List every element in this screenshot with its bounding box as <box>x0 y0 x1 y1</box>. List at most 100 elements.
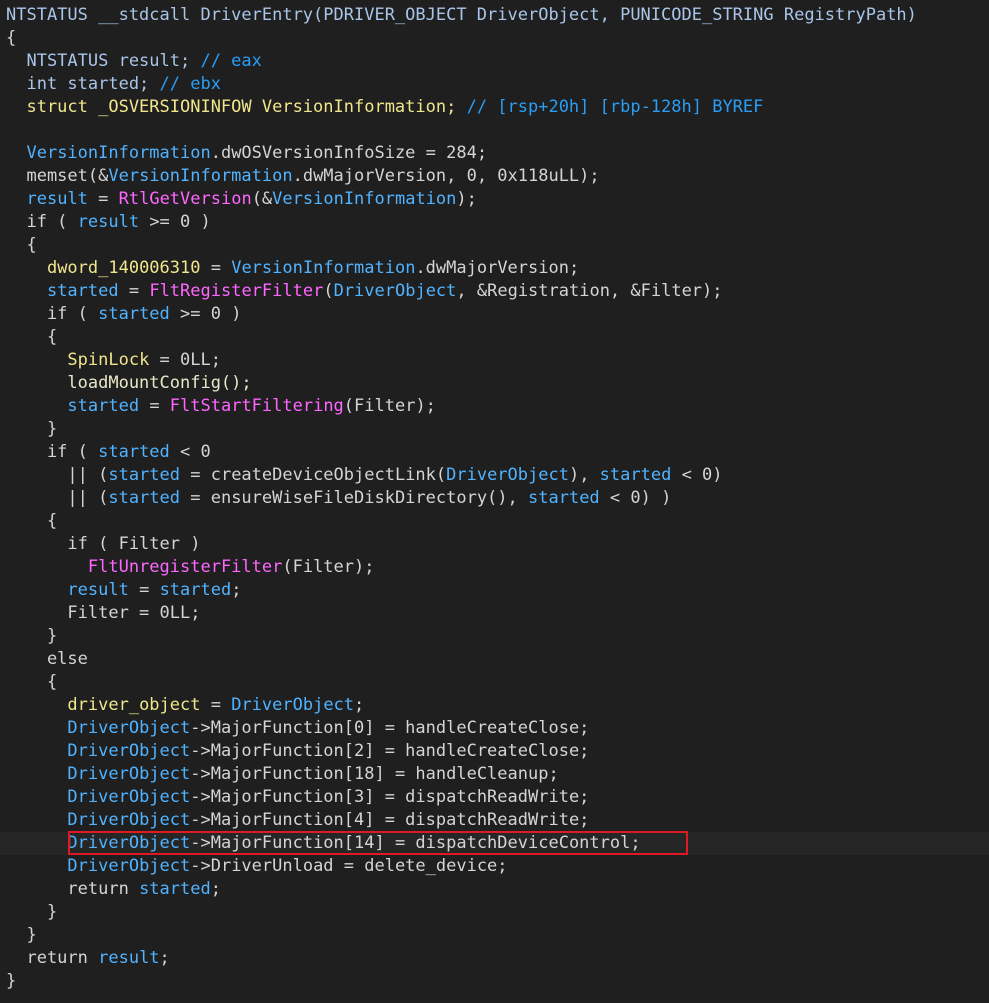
code-token-lvar: SpinLock <box>67 350 150 370</box>
code-line[interactable]: { <box>6 234 36 257</box>
code-line[interactable]: return result; <box>6 947 169 970</box>
code-line[interactable]: { <box>6 510 57 533</box>
code-token-default: { <box>6 672 58 692</box>
code-line[interactable]: VersionInformation.dwOSVersionInfoSize =… <box>6 142 487 165</box>
code-token-default: } <box>6 971 17 991</box>
code-line[interactable]: if ( started < 0 <box>6 441 211 464</box>
code-token-default <box>6 856 67 876</box>
code-token-default <box>6 281 47 301</box>
code-line[interactable]: driver_object = DriverObject; <box>6 694 364 717</box>
code-token-default: } <box>6 902 58 922</box>
code-line[interactable]: } <box>6 901 57 924</box>
code-line[interactable]: DriverObject->MajorFunction[0] = handleC… <box>6 717 589 740</box>
code-line[interactable]: || (started = createDeviceObjectLink(Dri… <box>6 464 723 487</box>
code-token-variable: DriverObject <box>67 810 191 830</box>
code-token-import: RtlGetVersion <box>118 189 252 209</box>
code-token-default: return <box>6 879 140 899</box>
code-line[interactable]: } <box>6 418 57 441</box>
code-token-variable: result <box>67 580 129 600</box>
code-token-default: if ( <box>6 442 99 462</box>
code-token-comment: // ebx <box>159 74 221 94</box>
code-line[interactable]: { <box>6 326 57 349</box>
code-line[interactable]: DriverObject->MajorFunction[2] = handleC… <box>6 740 589 763</box>
code-token-default: >= 0 ) <box>139 212 211 232</box>
code-line[interactable]: } <box>6 970 16 993</box>
code-line[interactable]: result = started; <box>6 579 241 602</box>
code-token-default <box>6 695 67 715</box>
code-token-variable: DriverObject <box>67 741 191 761</box>
pseudocode-view[interactable]: NTSTATUS __stdcall DriverEntry(PDRIVER_O… <box>0 0 989 1003</box>
code-line[interactable]: DriverObject->MajorFunction[18] = handle… <box>6 763 558 786</box>
code-line[interactable]: Filter = 0LL; <box>6 602 200 625</box>
code-line[interactable]: loadMountConfig(); <box>6 372 251 395</box>
code-line[interactable]: int started; // ebx <box>6 73 221 96</box>
code-token-default <box>6 350 67 370</box>
code-token-variable: started <box>528 488 600 508</box>
code-token-default: (& <box>251 189 273 209</box>
code-token-variable: started <box>599 465 672 485</box>
code-token-default: .dwMajorVersion, 0, 0x118uLL); <box>292 166 600 186</box>
code-token-default: || ( <box>6 465 109 485</box>
code-token-variable: DriverObject <box>67 787 191 807</box>
code-line[interactable]: else <box>6 648 88 671</box>
code-line[interactable]: DriverObject->DriverUnload = delete_devi… <box>6 855 508 878</box>
code-token-default: = <box>87 189 119 209</box>
code-line[interactable]: memset(&VersionInformation.dwMajorVersio… <box>6 165 600 188</box>
code-line-highlighted[interactable]: DriverObject->MajorFunction[14] = dispat… <box>0 832 989 855</box>
code-token-import: FltUnregisterFilter <box>87 557 283 577</box>
code-line[interactable]: dword_140006310 = VersionInformation.dwM… <box>6 257 579 280</box>
code-token-type: NTSTATUS __stdcall DriverEntry(PDRIVER_O… <box>6 5 917 25</box>
code-token-default: ->MajorFunction[2] = handleCreateClose; <box>190 741 590 761</box>
code-line[interactable]: { <box>6 27 16 50</box>
code-token-default: else <box>6 649 88 669</box>
code-token-default: = ensureWiseFileDiskDirectory(), <box>180 488 529 508</box>
code-line[interactable]: FltUnregisterFilter(Filter); <box>6 556 375 579</box>
code-token-variable: DriverObject <box>67 764 191 784</box>
code-line[interactable]: return started; <box>6 878 221 901</box>
code-line[interactable]: DriverObject->MajorFunction[4] = dispatc… <box>6 809 589 832</box>
code-token-import: FltStartFiltering <box>169 396 344 416</box>
code-line[interactable]: NTSTATUS __stdcall DriverEntry(PDRIVER_O… <box>6 4 917 27</box>
code-token-default: Filter = 0LL; <box>6 603 201 623</box>
code-token-default: .dwOSVersionInfoSize = 284; <box>210 143 488 163</box>
code-token-default: { <box>6 327 58 347</box>
code-token-default: (Filter); <box>343 396 436 416</box>
code-line[interactable]: if ( Filter ) <box>6 533 200 556</box>
code-token-default: if ( <box>6 212 78 232</box>
code-token-default: = createDeviceObjectLink( <box>180 465 447 485</box>
code-token-variable: VersionInformation <box>108 166 293 186</box>
code-token-default: = <box>200 258 232 278</box>
code-token-default: } <box>6 626 58 646</box>
code-token-variable: result <box>26 189 88 209</box>
code-line[interactable]: started = FltStartFiltering(Filter); <box>6 395 436 418</box>
code-line[interactable]: DriverObject->MajorFunction[3] = dispatc… <box>6 786 589 809</box>
code-line[interactable]: } <box>6 625 57 648</box>
code-token-default: } <box>6 925 37 945</box>
code-token-comment: // [rsp+20h] [rbp-128h] BYREF <box>466 97 764 117</box>
code-line[interactable]: started = FltRegisterFilter(DriverObject… <box>6 280 723 303</box>
code-token-default: ( <box>323 281 334 301</box>
code-token-variable: result <box>98 948 160 968</box>
code-token-default <box>6 258 47 278</box>
code-token-default: = 0LL; <box>149 350 221 370</box>
code-token-default <box>6 557 88 577</box>
code-token-variable: DriverObject <box>67 856 191 876</box>
code-token-default: { <box>6 28 17 48</box>
code-line[interactable]: NTSTATUS result; // eax <box>6 50 261 73</box>
code-token-default: < 0) <box>671 465 723 485</box>
code-token-default <box>6 810 67 830</box>
code-line[interactable]: if ( result >= 0 ) <box>6 211 211 234</box>
code-line[interactable]: if ( started >= 0 ) <box>6 303 242 326</box>
code-token-default <box>6 764 67 784</box>
code-token-lvar: dword_140006310 <box>46 258 201 278</box>
code-line[interactable]: SpinLock = 0LL; <box>6 349 221 372</box>
code-token-variable: started <box>46 281 119 301</box>
code-line[interactable]: { <box>6 671 57 694</box>
code-token-variable: started <box>159 580 232 600</box>
code-line[interactable]: result = RtlGetVersion(&VersionInformati… <box>6 188 476 211</box>
code-token-default: ->DriverUnload = delete_device; <box>190 856 508 876</box>
code-line[interactable]: struct _OSVERSIONINFOW VersionInformatio… <box>6 96 763 119</box>
code-line[interactable]: } <box>6 924 37 947</box>
code-line[interactable]: || (started = ensureWiseFileDiskDirector… <box>6 487 671 510</box>
code-token-default: ; <box>210 879 221 899</box>
